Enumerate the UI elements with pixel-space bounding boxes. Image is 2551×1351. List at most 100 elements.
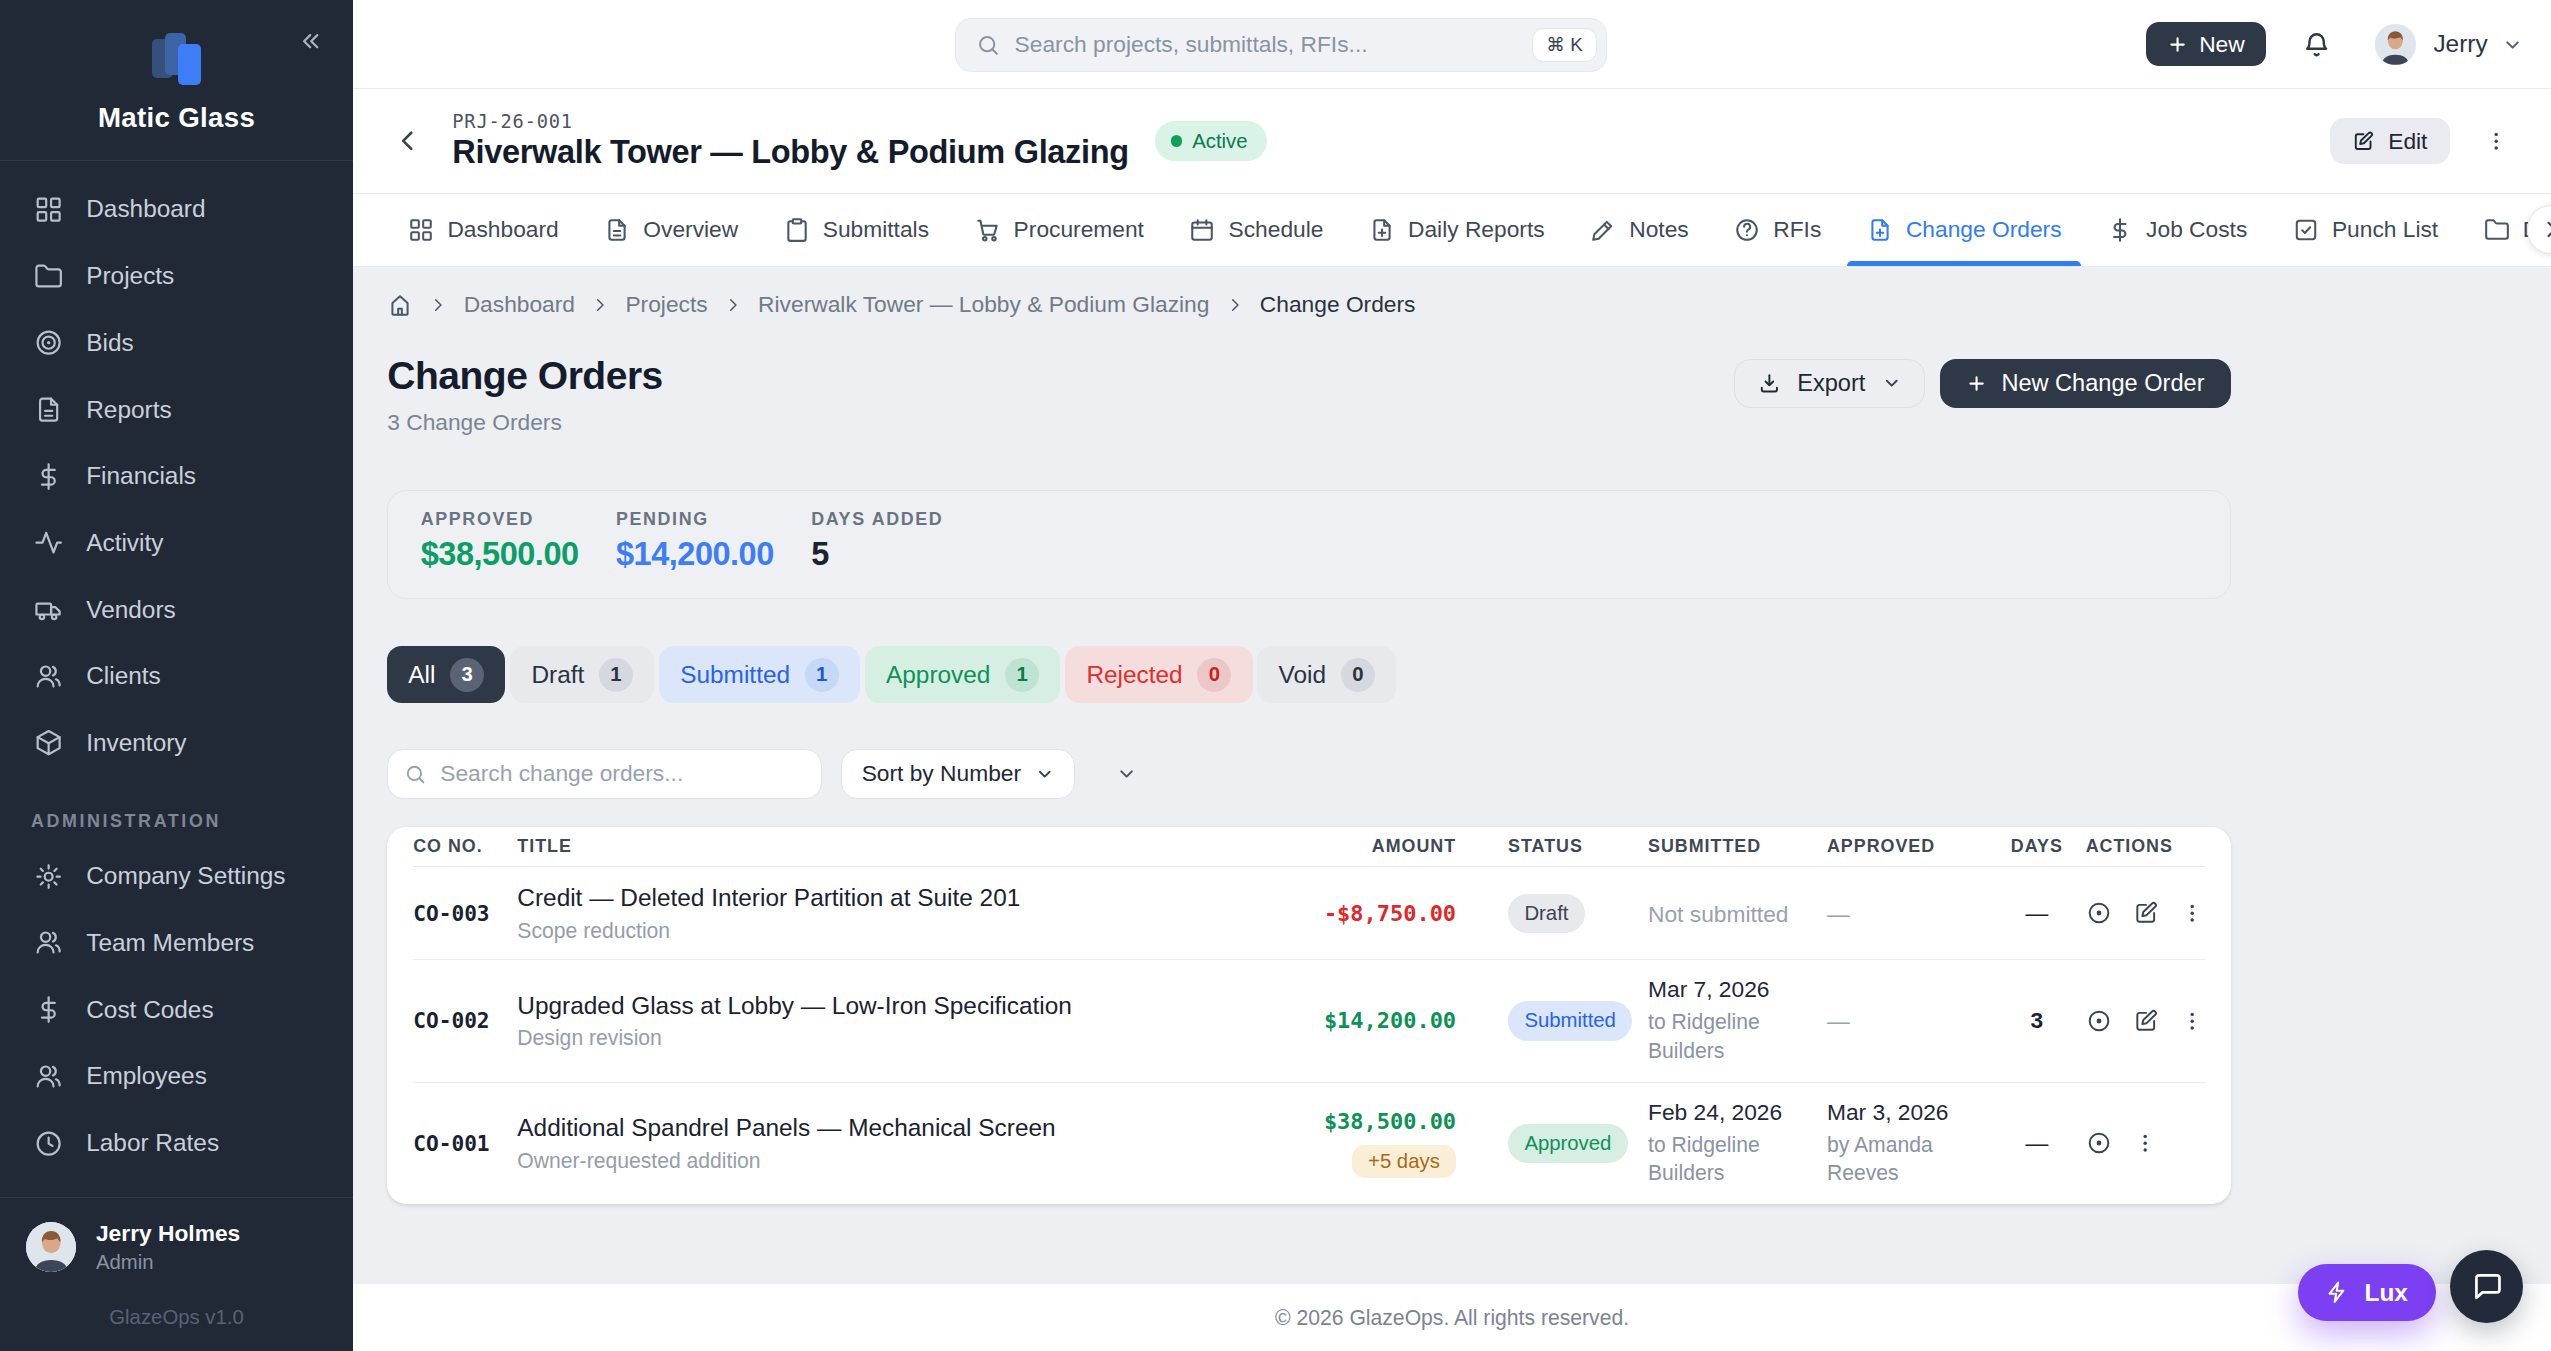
view-icon[interactable]	[2086, 1130, 2112, 1156]
change-order-search-input[interactable]: Search change orders...	[387, 749, 821, 799]
users-icon	[34, 662, 63, 691]
sidebar-item-financials[interactable]: Financials	[0, 443, 353, 510]
edit-icon[interactable]	[2133, 1008, 2159, 1034]
export-button[interactable]: Export	[1734, 359, 1925, 408]
chip-count: 0	[1197, 658, 1231, 692]
chip-count: 3	[450, 658, 484, 692]
tab-procurement[interactable]: Procurement	[975, 194, 1144, 266]
sidebar-item-activity[interactable]: Activity	[0, 510, 353, 577]
chip-count: 1	[599, 658, 633, 692]
tab-job-costs[interactable]: Job Costs	[2107, 194, 2247, 266]
sidebar-user[interactable]: Jerry Holmes Admin	[0, 1198, 353, 1274]
project-status-badge: Active	[1155, 121, 1267, 160]
table-row-co-003[interactable]: CO-003Credit — Deleted Interior Partitio…	[413, 867, 2204, 960]
tab-change-orders[interactable]: Change Orders	[1867, 194, 2062, 266]
view-icon[interactable]	[2086, 900, 2112, 926]
sidebar-item-company-settings[interactable]: Company Settings	[0, 843, 353, 910]
sidebar-item-reports[interactable]: Reports	[0, 376, 353, 443]
chevron-down-icon	[1882, 373, 1902, 393]
tab-label: Overview	[643, 216, 738, 243]
breadcrumb-item: Change Orders	[1260, 291, 1416, 318]
filter-chip-rejected[interactable]: Rejected0	[1065, 646, 1252, 703]
breadcrumb-item[interactable]: Projects	[625, 291, 707, 318]
chat-button[interactable]	[2450, 1250, 2523, 1323]
sidebar-item-projects[interactable]: Projects	[0, 243, 353, 310]
folder-icon	[2484, 217, 2510, 243]
chevron-down-icon	[1035, 764, 1055, 784]
box-icon	[34, 728, 63, 757]
column-header-approved: APPROVED	[1820, 836, 1997, 857]
edit-icon[interactable]	[2133, 900, 2159, 926]
sidebar-item-vendors[interactable]: Vendors	[0, 576, 353, 643]
new-change-order-button[interactable]: New Change Order	[1940, 359, 2231, 408]
submitted-date: Feb 24, 2026	[1648, 1099, 1820, 1126]
filter-chip-draft[interactable]: Draft1	[510, 646, 654, 703]
topbar-avatar[interactable]	[2375, 24, 2416, 65]
sidebar-item-inventory[interactable]: Inventory	[0, 710, 353, 777]
sidebar-item-dashboard[interactable]: Dashboard	[0, 176, 353, 243]
tab-overview[interactable]: Overview	[604, 194, 738, 266]
app-window: Matic Glass DashboardProjectsBidsReports…	[0, 0, 2551, 1351]
row-menu-kebab-icon[interactable]	[2133, 1131, 2157, 1155]
sort-select[interactable]: Sort by Number	[841, 749, 1075, 799]
sidebar-item-clients[interactable]: Clients	[0, 643, 353, 710]
user-menu-chevron-icon[interactable]	[2502, 34, 2523, 55]
title-cell: Additional Spandrel Panels — Mechanical …	[517, 1114, 1277, 1173]
co-subtitle: Scope reduction	[517, 919, 1277, 943]
amount-value: $14,200.00	[1324, 1008, 1456, 1033]
project-menu-kebab-icon[interactable]	[2481, 126, 2512, 157]
sidebar-item-bids[interactable]: Bids	[0, 310, 353, 377]
approved-cell: Mar 3, 2026by Amanda Reeves	[1820, 1099, 1997, 1188]
global-search-input[interactable]: Search projects, submittals, RFIs... ⌘ K	[955, 18, 1607, 72]
project-meta: PRJ-26-001 Riverwalk Tower — Lobby & Pod…	[452, 111, 1129, 171]
sidebar-item-labor-rates[interactable]: Labor Rates	[0, 1110, 353, 1177]
brand-logo: Matic Glass	[0, 0, 353, 161]
chip-count: 0	[1341, 658, 1375, 692]
breadcrumb-item[interactable]: Dashboard	[464, 291, 575, 318]
table-row-co-001[interactable]: CO-001Additional Spandrel Panels — Mecha…	[413, 1083, 2204, 1205]
sidebar-item-employees[interactable]: Employees	[0, 1043, 353, 1110]
status-cell: Submitted	[1498, 1001, 1641, 1040]
submitted-note: to Ridgeline Builders	[1648, 1008, 1820, 1065]
filter-chip-all[interactable]: All3	[387, 646, 505, 703]
tab-notes[interactable]: Notes	[1590, 194, 1689, 266]
filter-chip-submitted[interactable]: Submitted1	[659, 646, 860, 703]
search-icon	[404, 763, 427, 786]
sidebar-item-team-members[interactable]: Team Members	[0, 910, 353, 977]
filter-chip-void[interactable]: Void0	[1257, 646, 1396, 703]
new-button[interactable]: New	[2146, 22, 2266, 66]
co-title: Upgraded Glass at Lobby — Low-Iron Speci…	[517, 992, 1277, 1020]
edit-button[interactable]: Edit	[2330, 118, 2451, 164]
notifications-bell-icon[interactable]	[2302, 30, 2331, 59]
project-title: Riverwalk Tower — Lobby & Podium Glazing	[452, 134, 1129, 171]
breadcrumb-separator-icon	[429, 296, 447, 314]
sidebar: Matic Glass DashboardProjects Bids Reports…	[0, 0, 353, 1351]
view-icon[interactable]	[2086, 1008, 2112, 1034]
breadcrumb-item[interactable]: Riverwalk Tower — Lobby & Podium Glazing	[758, 291, 1209, 318]
more-filters-chevron-icon[interactable]	[1116, 763, 1137, 784]
page-subtitle: 3 Change Orders	[387, 409, 663, 436]
filter-chip-approved[interactable]: Approved1	[865, 646, 1061, 703]
home-icon[interactable]	[387, 292, 413, 318]
tab-submittals[interactable]: Submittals	[784, 194, 929, 266]
change-orders-table: CO NO.TITLEAMOUNTSTATUSSUBMITTEDAPPROVED…	[387, 827, 2230, 1204]
row-menu-kebab-icon[interactable]	[2180, 1009, 2204, 1033]
submitted-note: to Ridgeline Builders	[1648, 1131, 1820, 1188]
sidebar-item-cost-codes[interactable]: Cost Codes	[0, 976, 353, 1043]
tab-dashboard[interactable]: Dashboard	[408, 194, 558, 266]
tab-punch-list[interactable]: Punch List	[2293, 194, 2438, 266]
summary-value: 5	[811, 536, 1006, 573]
tab-rfis[interactable]: RFIs	[1734, 194, 1821, 266]
tab-daily-reports[interactable]: Daily Reports	[1369, 194, 1545, 266]
column-header-title: TITLE	[517, 836, 1277, 857]
nav-label: Vendors	[86, 596, 176, 624]
topbar-user-name[interactable]: Jerry	[2433, 30, 2487, 58]
sidebar-collapse-icon[interactable]	[299, 29, 323, 53]
back-button[interactable]	[394, 127, 422, 155]
row-menu-kebab-icon[interactable]	[2180, 901, 2204, 925]
table-row-co-002[interactable]: CO-002Upgraded Glass at Lobby — Low-Iron…	[413, 960, 2204, 1083]
folder-icon	[34, 262, 63, 291]
nav-label: Bids	[86, 329, 133, 357]
lux-assistant-button[interactable]: Lux	[2298, 1264, 2436, 1321]
tab-schedule[interactable]: Schedule	[1189, 194, 1323, 266]
